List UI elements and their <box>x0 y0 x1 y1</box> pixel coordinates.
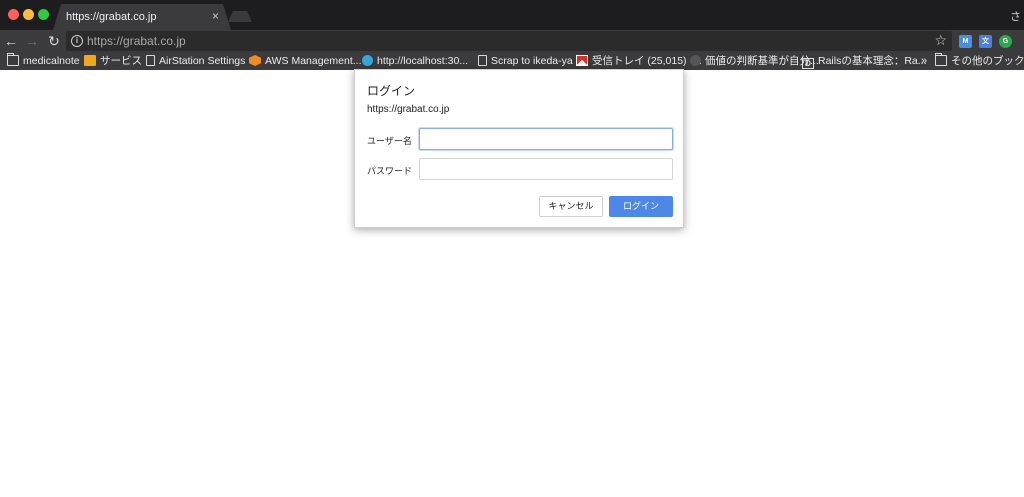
window-maximize-button[interactable] <box>38 9 49 20</box>
browser-tab-active[interactable]: https://grabat.co.jp × <box>53 4 231 30</box>
site-info-icon[interactable]: i <box>71 35 83 47</box>
globe-icon <box>362 55 373 66</box>
ext-grammarly-icon[interactable]: G <box>999 35 1012 48</box>
bookmark-aws[interactable]: AWS Management... <box>249 53 361 69</box>
bookmark-label: medicalnote <box>23 55 80 67</box>
username-input[interactable] <box>419 128 673 150</box>
address-url[interactable]: https://grabat.co.jp <box>87 34 186 48</box>
ext-translate-icon[interactable]: 文 <box>979 35 992 48</box>
login-button[interactable]: ログイン <box>609 196 673 217</box>
bookmark-label: Railsの基本理念：Ra... <box>818 55 927 67</box>
box-icon <box>84 55 96 66</box>
bookmark-label: http://localhost:30... <box>377 55 469 67</box>
aws-icon <box>249 55 261 66</box>
tab-close-icon[interactable]: × <box>212 9 219 23</box>
bookmark-medicalnote[interactable]: medicalnote <box>7 53 80 69</box>
bookmark-service[interactable]: サービス <box>84 53 142 69</box>
tab-strip: https://grabat.co.jp × さ <box>0 0 1024 30</box>
bookmark-scrap[interactable]: Scrap to ikeda-ya <box>478 53 573 69</box>
site-icon <box>690 55 701 66</box>
address-bar[interactable]: i https://grabat.co.jp ☆ <box>66 31 952 51</box>
back-arrow-icon[interactable]: ← <box>3 32 19 50</box>
bookmark-star-icon[interactable]: ☆ <box>934 32 947 49</box>
dialog-origin: https://grabat.co.jp <box>367 104 450 115</box>
bookmark-label: その他のブックマーク <box>951 55 1024 67</box>
d-icon: D <box>802 58 814 69</box>
dialog-title: ログイン <box>367 84 416 98</box>
folder-icon <box>7 53 19 66</box>
profile-button[interactable]: さ <box>1010 8 1021 24</box>
bookmark-label: 受信トレイ (25,015) -... <box>592 55 702 67</box>
bookmark-label: サービス <box>100 55 142 67</box>
password-input[interactable] <box>419 158 673 180</box>
bookmark-article[interactable]: 価値の判断基準が自分... <box>690 53 819 69</box>
window-minimize-button[interactable] <box>23 9 34 20</box>
bookmark-localhost[interactable]: http://localhost:30... <box>362 53 468 69</box>
more-bookmarks-chevron-icon[interactable]: » <box>921 53 927 69</box>
window-close-button[interactable] <box>8 9 19 20</box>
username-label: ユーザー名 <box>367 136 412 146</box>
new-tab-button[interactable] <box>228 11 252 22</box>
reload-icon[interactable]: ↻ <box>46 32 62 50</box>
bookmark-label: Scrap to ikeda-ya <box>491 55 573 67</box>
page-icon <box>478 55 487 66</box>
gmail-icon <box>576 55 588 66</box>
folder-icon <box>935 53 947 66</box>
login-dialog: ログイン https://grabat.co.jp ユーザー名 パスワード キャ… <box>354 69 684 228</box>
bookmark-airstation[interactable]: AirStation Settings <box>146 53 245 69</box>
cancel-button[interactable]: キャンセル <box>539 196 603 217</box>
bookmarks-bar: medicalnote サービス AirStation Settings AWS… <box>0 52 1024 70</box>
bookmark-rails[interactable]: D Railsの基本理念：Ra... <box>802 53 927 69</box>
browser-toolbar: ← → ↻ i https://grabat.co.jp ☆ <box>0 30 1024 52</box>
bookmark-label: AirStation Settings <box>159 55 246 67</box>
page-icon <box>146 55 155 66</box>
password-label: パスワード <box>367 166 413 176</box>
forward-arrow-icon[interactable]: → <box>24 32 40 50</box>
ext-tool-icon[interactable]: M <box>959 35 972 48</box>
bookmark-gmail[interactable]: 受信トレイ (25,015) -... <box>576 53 702 69</box>
tab-title: https://grabat.co.jp <box>66 11 157 23</box>
bookmark-label: AWS Management... <box>265 55 362 67</box>
bookmark-other-folder[interactable]: その他のブックマーク <box>935 53 1024 69</box>
